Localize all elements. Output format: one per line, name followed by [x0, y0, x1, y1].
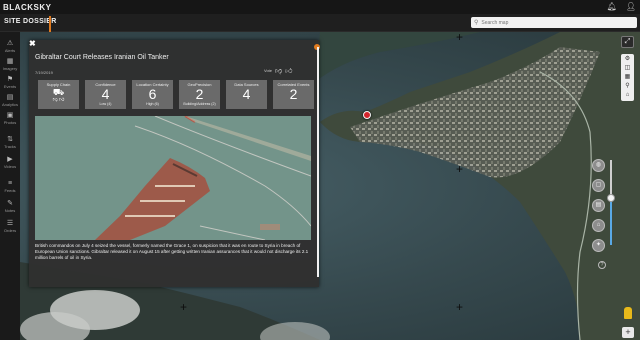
metric-card-value: 2 — [289, 86, 298, 102]
layers-icon[interactable]: ◫ — [621, 64, 634, 72]
zoom-level-1-icon[interactable]: ◍ — [592, 159, 605, 172]
sidebar-item-alerts[interactable]: ⚠ Alerts — [0, 40, 20, 53]
events-icon: ⚑ — [6, 76, 14, 83]
search-box[interactable]: ⚲ — [471, 17, 637, 28]
metric-card-geoprecision[interactable]: GeoPrecision 2 Building/Address (2) — [179, 80, 220, 109]
imagery-icon: ▦ — [6, 58, 14, 65]
zoom-slider-fill — [610, 198, 612, 245]
user-icon[interactable]: 👤︎ — [626, 2, 636, 11]
sidebar-item-label: Feeds — [4, 188, 16, 193]
thumbs-up-icon[interactable]: 👍︎ — [285, 66, 292, 75]
metric-card-value: 2 — [195, 86, 204, 102]
expand-icon[interactable]: ⤢ — [621, 36, 634, 48]
metric-card-subtitle: Building/Address (2) — [183, 102, 216, 106]
thumbs-down-icon[interactable]: 👎︎ — [275, 66, 282, 75]
sidebar-item-events[interactable]: ⚑ Events — [0, 76, 20, 89]
metric-card-location-certainty[interactable]: Location Certainty 6 High (6) — [132, 80, 173, 109]
sidebar-item-label: Imagery — [2, 66, 18, 71]
search-input[interactable] — [478, 18, 629, 27]
bell-icon[interactable]: 🔔︎ — [607, 2, 617, 11]
sidebar-item-label: Notes — [4, 208, 16, 213]
street-view-icon[interactable] — [624, 307, 632, 319]
crosshair-marker: + — [456, 162, 464, 176]
close-panel-icon[interactable]: ✖ — [29, 39, 36, 48]
site-dossier-panel: Gibraltar Court Releases Iranian Oil Tan… — [29, 40, 320, 287]
sidebar-item-label: Alerts — [4, 48, 16, 53]
analytics-icon: ▤ — [6, 94, 14, 101]
metric-card-supply-chain[interactable]: Supply Chain ⛟ 👎︎ 👍︎ — [38, 80, 79, 109]
photos-icon: ▣ — [6, 112, 14, 119]
map-tool-stack: ⚙ ◫ ▦ ⚲ ⌂ — [621, 54, 634, 101]
zoom-level-2-icon[interactable]: ▢ — [592, 179, 605, 192]
sidebar-item-tracks[interactable]: ⇅ Tracks — [0, 136, 20, 149]
supply-chain-vote-icons[interactable]: 👎︎ 👍︎ — [38, 97, 79, 103]
metric-card-value: 4 — [101, 86, 110, 102]
metric-card-value: 4 — [242, 86, 251, 102]
sidebar-item-orders[interactable]: ☰ Orders — [0, 220, 20, 233]
vote-controls: Vote 👎︎ 👍︎ — [264, 66, 292, 75]
metric-card-subtitle: Low (4) — [99, 102, 112, 106]
sidebar-item-label: Videos — [3, 164, 17, 169]
grid-icon[interactable]: ▦ — [621, 73, 634, 81]
alert-icon: ⚠ — [6, 40, 14, 47]
sidebar-item-label: Orders — [3, 228, 17, 233]
sidebar-item-imagery[interactable]: ▦ Imagery — [0, 58, 20, 71]
sidebar-item-videos[interactable]: ▶ Videos — [0, 156, 20, 169]
videos-icon: ▶ — [7, 156, 13, 163]
orders-icon: ☰ — [6, 220, 14, 227]
crosshair-marker: + — [180, 300, 188, 314]
sidebar-item-notes[interactable]: ✎ Notes — [0, 200, 20, 213]
sidebar-item-analytics[interactable]: ▤ Analytics — [0, 94, 20, 107]
vote-label: Vote — [264, 68, 273, 73]
event-title: Gibraltar Court Releases Iranian Oil Tan… — [35, 54, 169, 61]
gear-icon[interactable]: ⚙ — [621, 55, 634, 63]
sidebar-item-photos[interactable]: ▣ Photos — [0, 112, 20, 125]
sidebar-item-label: Photos — [3, 120, 17, 125]
panel-scrollbar[interactable] — [317, 47, 319, 277]
feeds-icon: ≡ — [7, 180, 13, 187]
crosshair-marker: + — [456, 300, 464, 314]
notes-icon: ✎ — [7, 200, 13, 207]
sidebar-item-feeds[interactable]: ≡ Feeds — [0, 180, 20, 193]
home-icon[interactable]: ⌂ — [621, 91, 634, 99]
metric-card-confidence[interactable]: Confidence 4 Low (4) — [85, 80, 126, 109]
event-date: 7/19/2019 — [35, 70, 53, 75]
sidebar: ⚠ Alerts ▦ Imagery ⚑ Events ▤ Analytics ▣ Photos ⇅… — [0, 32, 20, 340]
sidebar-item-label: Tracks — [4, 144, 16, 149]
zoom-in-button[interactable]: + — [622, 327, 634, 338]
tracks-icon: ⇅ — [7, 136, 13, 143]
zoom-level-3-icon[interactable]: ▤ — [592, 199, 605, 212]
event-description: British commandos on July 4 seized the v… — [35, 243, 309, 260]
zoom-level-5-icon[interactable]: ✦ — [592, 239, 605, 252]
sidebar-item-label: Analytics — [1, 102, 18, 107]
metric-card-correlated-events[interactable]: Correlated Events 2 — [273, 80, 314, 109]
zoom-level-4-icon[interactable]: ⌂ — [592, 219, 605, 232]
zoom-level-buttons: ◍ ▢ ▤ ⌂ ✦ — [592, 159, 606, 259]
app-logo[interactable]: BLACKSKY — [3, 3, 51, 12]
metric-card-value: 6 — [148, 86, 157, 102]
accent-divider — [49, 16, 51, 32]
page-header: SITE DOSSIER ⚲ — [0, 14, 640, 32]
crosshair-marker: + — [456, 32, 464, 44]
event-satellite-image[interactable] — [35, 116, 311, 240]
metric-card-data-sources[interactable]: Data Sources 4 — [226, 80, 267, 109]
event-location-pin[interactable] — [363, 111, 371, 119]
metric-card-subtitle: High (6) — [146, 102, 159, 106]
satellite-image-graphic — [35, 116, 311, 240]
zoom-slider[interactable] — [610, 160, 612, 245]
sidebar-item-label: Events — [3, 84, 17, 89]
top-bar: BLACKSKY 🔔︎ 👤︎ — [0, 0, 640, 14]
truck-icon: ⛟ — [52, 87, 65, 97]
top-icons: 🔔︎ 👤︎ — [607, 2, 636, 11]
map-toolbar: ⤢ ⚙ ◫ ▦ ⚲ ⌂ — [621, 36, 636, 101]
metric-cards: Supply Chain ⛟ 👎︎ 👍︎ Confidence 4 Low (4) Loca… — [38, 80, 314, 109]
help-icon[interactable]: ? — [598, 261, 606, 269]
pin-icon[interactable]: ⚲ — [621, 82, 634, 90]
